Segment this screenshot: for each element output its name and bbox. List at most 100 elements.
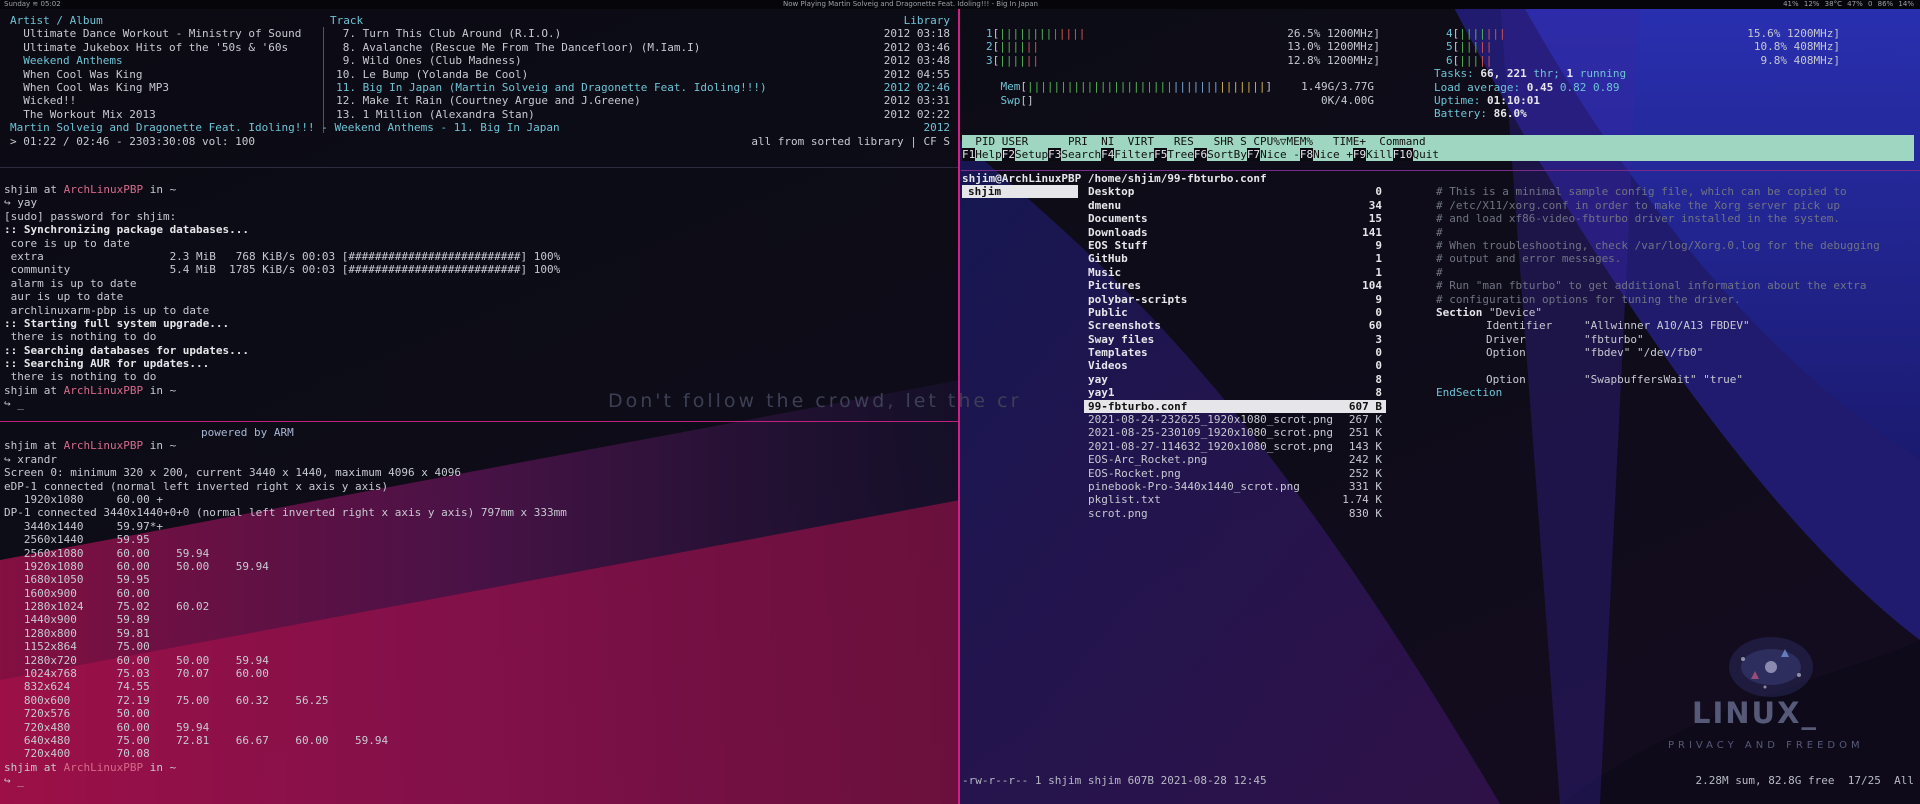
fkey-label[interactable]: Kill [1366, 148, 1393, 161]
directory-item[interactable]: Screenshots 60 [1084, 319, 1386, 332]
album-item[interactable]: When Cool Was King [10, 68, 310, 81]
swp-value: 0K/4.00G [1321, 93, 1374, 107]
fkey-f2[interactable]: F2 [1001, 148, 1015, 161]
file-item[interactable]: scrot.png 830 K [1084, 507, 1386, 520]
cmus-pane[interactable]: Artist / Album Track Library Ultimate Da… [10, 14, 950, 164]
cpu-number: 5 [1446, 40, 1453, 54]
output-line: :: Searching databases for updates... [4, 343, 250, 357]
fkey-f4[interactable]: F4 [1101, 148, 1115, 161]
album-item[interactable]: Ultimate Jukebox Hits of the '50s & '60s [10, 41, 310, 54]
fkey-label[interactable]: SortBy [1207, 148, 1247, 161]
fkey-f9[interactable]: F9 [1352, 148, 1367, 161]
file-item[interactable]: EOS-Arc_Rocket.png 242 K [1084, 453, 1386, 466]
fkey-f8[interactable]: F8 [1299, 148, 1314, 161]
fkey-f3[interactable]: F3 [1048, 148, 1062, 161]
fkey-label[interactable]: Help [975, 148, 1002, 161]
ranger-status-right: 2.28M sum, 82.8G free 17/25 All [1695, 774, 1914, 787]
fkey-label[interactable]: Setup [1015, 148, 1048, 161]
track-row[interactable]: 9. Wild Ones (Club Madness) 2012 03:48 [330, 54, 950, 67]
track-row[interactable]: 13. 1 Million (Alexandra Stan) 2012 02:22 [330, 108, 950, 121]
item-size: 252 K [1348, 466, 1382, 480]
track-row[interactable]: 12. Make It Rain (Courtney Argue and J.G… [330, 94, 950, 107]
cpu-percent: 15.6% [1747, 27, 1781, 40]
cpu-number: 4 [1446, 27, 1453, 40]
file-item[interactable]: 2021-08-25-230109_1920x1080_scrot.png 251… [1084, 426, 1386, 439]
directory-item[interactable]: Public 0 [1084, 306, 1386, 319]
directory-item[interactable]: Music 1 [1084, 266, 1386, 279]
track-list[interactable]: 7. Turn This Club Around (R.I.O.) 2012 03… [330, 27, 950, 121]
fkey-f7[interactable]: F7 [1246, 148, 1261, 161]
track-title: 1 Million (Alexandra Stan) [356, 107, 535, 121]
album-item[interactable]: When Cool Was King MP3 [10, 81, 310, 94]
track-number: 9. [342, 54, 356, 68]
command-line[interactable]: ↪ _ [4, 397, 954, 410]
terminal-yay[interactable]: shjim at ArchLinuxPBP in ~ ↪ yay [sudo] … [4, 183, 954, 419]
fkey-f1[interactable]: F1 [962, 148, 976, 161]
file-item[interactable]: pkglist.txt 1.74 K [1084, 493, 1386, 506]
cursor: _ [17, 397, 24, 411]
directory-item[interactable]: Sway files 3 [1084, 333, 1386, 346]
track-row[interactable]: 11. Big In Japan (Martin Solveig and Dra… [330, 81, 950, 94]
album-list[interactable]: Ultimate Dance Workout - Ministry of Sou… [10, 27, 310, 121]
file-list[interactable]: Desktop 0 dmenu 34 Documents 15 Downloads 141 EO… [1084, 185, 1386, 520]
track-year: 2012 [883, 54, 911, 68]
track-year: 2012 [883, 107, 911, 121]
output-line: 640x480 75.00 72.81 66.67 60.00 59.94 [4, 733, 389, 747]
track-row[interactable]: 10. Le Bump (Yolanda Be Cool) 2012 04:55 [330, 68, 950, 81]
track-row[interactable]: 8. Avalanche (Rescue Me From The Dancefl… [330, 41, 950, 54]
album-item[interactable]: Ultimate Dance Workout - Ministry of Sou… [10, 27, 310, 40]
fkey-label[interactable]: Search [1061, 148, 1101, 161]
command-output: [sudo] password for shjim::: Synchronizi… [4, 210, 954, 384]
directory-item[interactable]: Documents 15 [1084, 212, 1386, 225]
htop-pane[interactable]: 1[||||||||||||| 26.5% 1200MHz] 2[|||||| 13.… [962, 27, 1920, 162]
directory-item[interactable]: EOS Stuff 9 [1084, 239, 1386, 252]
directory-item[interactable]: dmenu 34 [1084, 199, 1386, 212]
output-line: 720x576 50.00 [4, 707, 150, 721]
directory-item[interactable]: polybar-scripts 9 [1084, 293, 1386, 306]
file-item[interactable]: pinebook-Pro-3440x1440_scrot.png 331 K [1084, 480, 1386, 493]
linux-logo: LINUX_ PRIVACY AND FREEDOM [1668, 616, 1860, 756]
file-item[interactable]: 2021-08-24-232625_1920x1080_scrot.png 267… [1084, 413, 1386, 426]
output-line: :: Searching AUR for updates... [4, 357, 210, 371]
output-line: 1280x720 60.00 50.00 59.94 [4, 653, 269, 667]
file-item[interactable]: 99-fbturbo.conf 607 B [1084, 399, 1386, 414]
output-line: 1280x1024 75.02 60.02 [4, 600, 210, 614]
option-value: "SwapbuffersWait" "true" [1584, 372, 1743, 386]
function-key-bar[interactable]: F1HelpF2SetupF3SearchF4FilterF5TreeF6Sor… [962, 148, 1914, 161]
fkey-f5[interactable]: F5 [1154, 148, 1168, 161]
file-item[interactable]: 2021-08-27-114632_1920x1080_scrot.png 143… [1084, 440, 1386, 453]
directory-item[interactable]: Videos 0 [1084, 359, 1386, 372]
directory-item[interactable]: Templates 0 [1084, 346, 1386, 359]
track-year: 2012 [883, 94, 911, 108]
item-size: 8 [1375, 372, 1382, 386]
file-item[interactable]: EOS-Rocket.png 252 K [1084, 467, 1386, 480]
album-item[interactable]: The Workout Mix 2013 [10, 108, 310, 121]
fkey-f10[interactable]: F10 [1392, 148, 1413, 161]
directory-item[interactable]: yay 8 [1084, 373, 1386, 386]
fkey-label[interactable]: Nice - [1260, 148, 1300, 161]
fkey-label[interactable]: Tree [1167, 148, 1194, 161]
directory-item[interactable]: yay1 8 [1084, 386, 1386, 399]
directory-item[interactable]: Pictures 104 [1084, 279, 1386, 292]
track-row[interactable]: 7. Turn This Club Around (R.I.O.) 2012 03… [330, 27, 950, 40]
fkey-label[interactable]: Quit [1413, 148, 1440, 161]
terminal-xrandr[interactable]: powered by ARM shjim at ArchLinuxPBP in … [4, 426, 954, 801]
cpu-meter: 4[||||||| 15.6% 1200MHz] [1446, 27, 1840, 40]
command-line[interactable]: ↪ _ [4, 774, 954, 787]
directory-item[interactable]: Downloads 141 [1084, 226, 1386, 239]
fkey-f6[interactable]: F6 [1193, 148, 1208, 161]
item-name: polybar-scripts [1088, 292, 1188, 306]
parent-dir-item[interactable]: shjim [962, 185, 1078, 199]
album-item[interactable]: Wicked!! [10, 94, 310, 107]
comment-line: # [1436, 265, 1443, 279]
item-name: GitHub [1088, 252, 1128, 266]
album-item[interactable]: Weekend Anthems [10, 54, 310, 67]
directory-item[interactable]: GitHub 1 [1084, 252, 1386, 265]
cpu-percent: 12.8% [1287, 53, 1321, 67]
cpu-number: 6 [1446, 53, 1453, 67]
fkey-label[interactable]: Nice + [1313, 148, 1353, 161]
directory-item[interactable]: Desktop 0 [1084, 185, 1386, 198]
process-table-header[interactable]: PID USER PRI NI VIRT RES SHR S CPU%▽MEM%… [962, 135, 1914, 148]
fkey-label[interactable]: Filter [1114, 148, 1154, 161]
cmus-header-library: Library [903, 14, 950, 27]
